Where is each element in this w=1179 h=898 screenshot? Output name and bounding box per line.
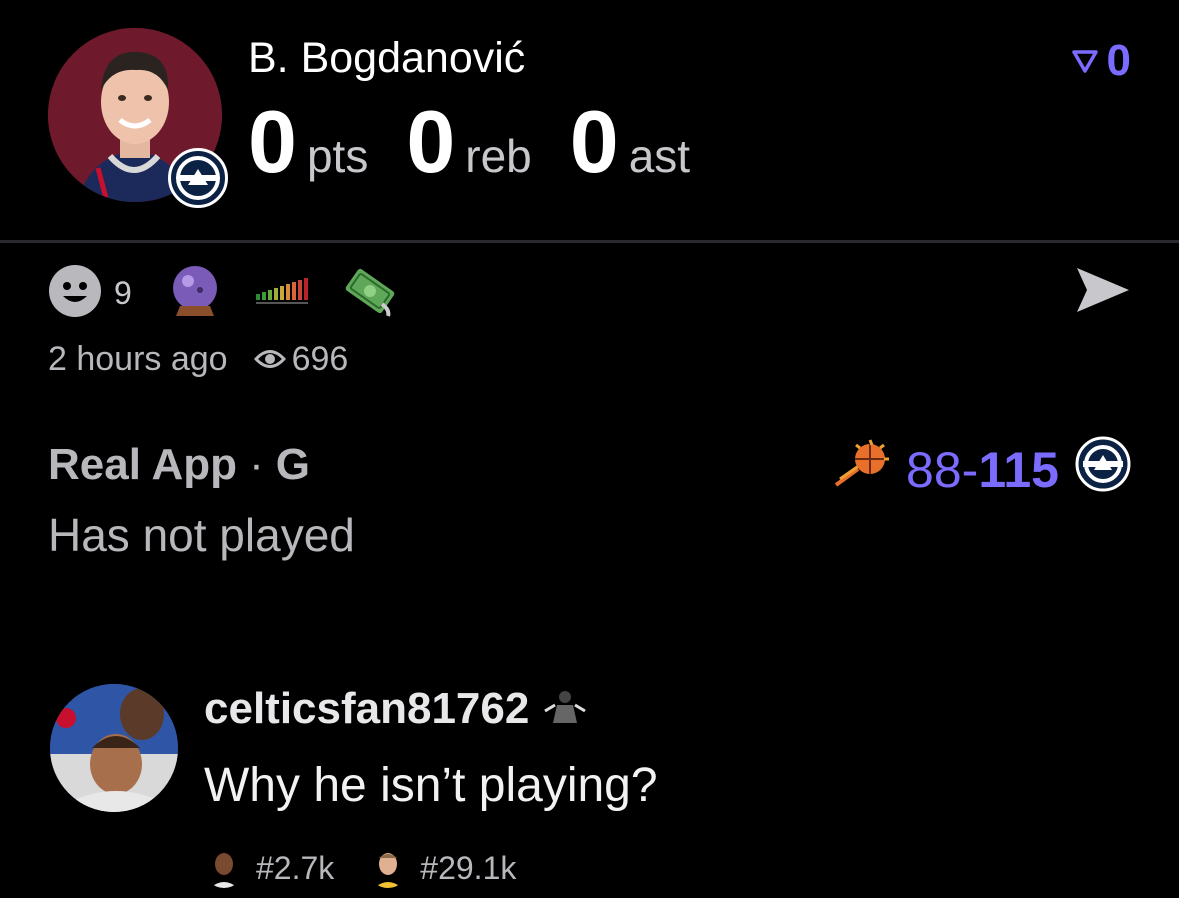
reaction-bar: 9 [48, 264, 398, 323]
rank-badge[interactable]: #2.7k [204, 848, 334, 888]
commenter-username-row: celticsfan81762 [204, 684, 589, 734]
upvote-button[interactable]: 0 [1071, 36, 1131, 86]
source-app[interactable]: Real App [48, 440, 237, 489]
post-meta: 2 hours ago 696 [48, 340, 348, 379]
game-score[interactable]: 88-115 [834, 436, 1131, 504]
opponent-logo-icon [834, 439, 892, 501]
commenter-username[interactable]: celticsfan81762 [204, 684, 529, 734]
team-score: 115 [978, 442, 1059, 498]
post-time: 2 hours ago [48, 340, 228, 378]
comment-text: Why he isn’t playing? [204, 759, 658, 812]
header-divider [0, 240, 1179, 243]
assists-value: 0 [569, 92, 619, 191]
points-value: 0 [248, 92, 297, 191]
opponent-score: 88 [906, 442, 962, 498]
upvote-count: 0 [1106, 36, 1131, 85]
crystal-ball-icon[interactable] [170, 264, 220, 323]
stat-line: 0 pts 0 reb 0 ast [248, 98, 728, 186]
user-badge-icon [541, 684, 589, 734]
commenter-avatar[interactable] [50, 684, 178, 812]
rebounds-value: 0 [406, 92, 456, 191]
rebounds-label: reb [465, 130, 532, 182]
rank-value: #29.1k [420, 849, 517, 886]
rank-badge[interactable]: #29.1k [368, 848, 516, 888]
player-avatar[interactable] [48, 28, 228, 208]
points-label: pts [306, 130, 369, 182]
assists-label: ast [628, 130, 691, 182]
share-send-icon[interactable] [1075, 264, 1131, 321]
player-face-icon [368, 848, 409, 888]
smiley-reaction-icon[interactable] [48, 264, 102, 323]
play-status: Has not played [48, 509, 355, 561]
money-icon[interactable] [342, 264, 398, 323]
eye-icon [253, 340, 286, 379]
team-logo-icon [168, 148, 228, 208]
source-line: Real App · G [48, 440, 310, 490]
upvote-arrow-icon [1071, 36, 1099, 86]
player-face-icon [204, 848, 244, 888]
bar-meter-icon[interactable] [254, 276, 310, 311]
reaction-count: 9 [114, 274, 132, 311]
player-position: G [275, 440, 310, 489]
commenter-ranks: #2.7k #29.1k [204, 848, 550, 888]
team-logo-small-icon [1075, 436, 1131, 504]
score-dash: - [961, 442, 979, 498]
view-count: 696 [291, 340, 349, 378]
rank-value: #2.7k [256, 849, 335, 886]
player-name[interactable]: B. Bogdanović [248, 34, 525, 83]
separator: · [249, 440, 264, 489]
